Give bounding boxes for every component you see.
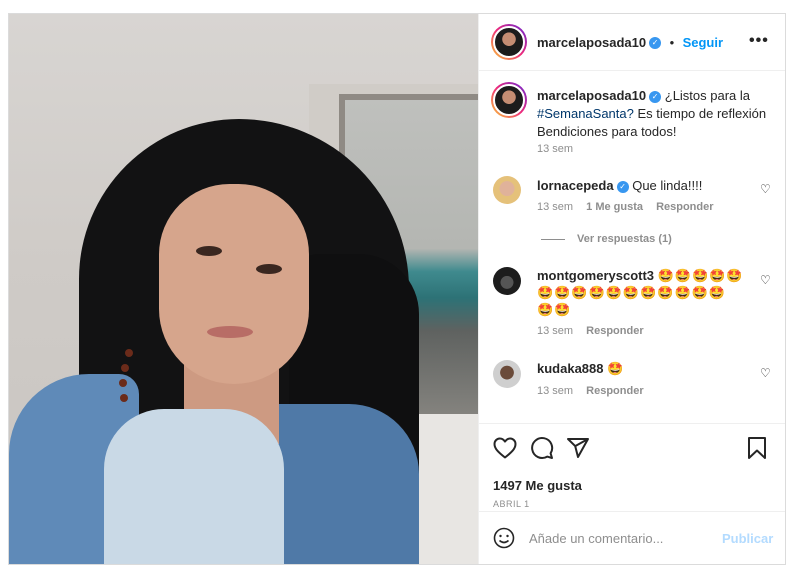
comment-2: montgomeryscott3 🤩🤩🤩🤩🤩 🤩🤩🤩🤩🤩🤩🤩🤩🤩🤩🤩 🤩🤩	[537, 267, 747, 318]
comment-avatar[interactable]	[493, 176, 521, 204]
comment-likes[interactable]: 1 Me gusta	[586, 201, 643, 213]
comment-bubble-icon[interactable]	[530, 436, 554, 460]
view-replies-label: Ver respuestas (1)	[577, 233, 672, 245]
comment-username[interactable]: kudaka888	[537, 361, 604, 376]
add-comment-bar: Añade un comentario... Publicar	[479, 511, 785, 564]
comment-1: lornacepeda ✓ Que linda!!!!	[537, 177, 702, 194]
separator-dot: •	[669, 35, 675, 50]
comment-text: 🤩	[607, 361, 625, 376]
caption-text-start: ¿Listos para la	[664, 88, 751, 103]
photo-subject-shirt	[104, 409, 284, 564]
photo-subject-lips	[207, 326, 253, 338]
post-header: marcelaposada10 ✓ • Seguir •••	[479, 14, 785, 71]
likes-count[interactable]: 1497 Me gusta	[493, 478, 582, 493]
comment-like-heart-icon[interactable]: ♡	[760, 182, 771, 196]
follow-button[interactable]: Seguir	[683, 35, 723, 50]
caption-username[interactable]: marcelaposada10	[537, 88, 646, 103]
comment-time[interactable]: 13 sem	[537, 385, 573, 397]
caption-hashtag-link[interactable]: #SemanaSanta?	[537, 106, 634, 121]
comment-username[interactable]: montgomeryscott3	[537, 268, 654, 283]
comment-username[interactable]: lornacepeda	[537, 178, 614, 193]
comment-avatar[interactable]	[493, 360, 521, 388]
comment-avatar[interactable]	[493, 267, 521, 295]
comment-text: 🤩🤩	[537, 302, 572, 317]
comment-time[interactable]: 13 sem	[537, 201, 573, 213]
comment-text: 🤩🤩🤩🤩🤩	[657, 268, 744, 283]
emoji-smiley-icon[interactable]	[493, 527, 515, 549]
author-avatar[interactable]	[491, 24, 527, 60]
photo-necklace-bead	[121, 364, 129, 372]
photo-subject-face	[159, 184, 309, 384]
photo-necklace-bead	[119, 379, 127, 387]
publish-button[interactable]: Publicar	[722, 531, 773, 546]
comment-text: 🤩🤩🤩🤩🤩🤩🤩🤩🤩🤩🤩	[537, 285, 727, 300]
comment-reply-button[interactable]: Responder	[586, 325, 643, 337]
comment-meta: 13 sem Responder	[537, 385, 644, 397]
comment-input[interactable]: Añade un comentario...	[529, 531, 663, 546]
view-replies-button[interactable]: Ver respuestas (1)	[541, 233, 672, 245]
comment-3: kudaka888 🤩	[537, 360, 624, 377]
post-photo[interactable]	[9, 14, 478, 564]
post-date[interactable]: ABRIL 1	[493, 499, 530, 509]
comment-text: Que linda!!!!	[632, 178, 703, 193]
photo-necklace-bead	[120, 394, 128, 402]
replies-line	[541, 238, 565, 240]
more-options-icon[interactable]: •••	[749, 32, 769, 50]
like-heart-icon[interactable]	[493, 437, 517, 459]
comment-meta: 13 sem 1 Me gusta Responder	[537, 201, 714, 213]
comment-meta: 13 sem Responder	[537, 325, 644, 337]
verified-badge-icon: ✓	[649, 90, 662, 103]
share-send-icon[interactable]	[566, 436, 590, 460]
post-side-panel: marcelaposada10 ✓ • Seguir ••• marcelapos…	[478, 14, 785, 564]
save-bookmark-icon[interactable]	[747, 436, 767, 460]
author-username[interactable]: marcelaposada10	[537, 35, 646, 50]
photo-subject-eye-right	[256, 264, 282, 274]
photo-necklace-bead	[125, 349, 133, 357]
photo-subject-eye-left	[196, 246, 222, 256]
comment-like-heart-icon[interactable]: ♡	[760, 366, 771, 380]
comment-time[interactable]: 13 sem	[537, 325, 573, 337]
caption-author-avatar[interactable]	[491, 82, 527, 118]
comment-like-heart-icon[interactable]: ♡	[760, 273, 771, 287]
verified-badge-icon: ✓	[649, 36, 662, 49]
post-caption: marcelaposada10 ✓ ¿Listos para la #Semana…	[537, 87, 777, 141]
caption-timestamp[interactable]: 13 sem	[537, 143, 573, 155]
author-name-row: marcelaposada10 ✓ • Seguir	[537, 34, 723, 52]
comment-reply-button[interactable]: Responder	[586, 385, 643, 397]
verified-badge-icon: ✓	[616, 180, 629, 193]
comment-reply-button[interactable]: Responder	[656, 201, 713, 213]
instagram-post-modal: marcelaposada10 ✓ • Seguir ••• marcelapos…	[8, 13, 786, 565]
